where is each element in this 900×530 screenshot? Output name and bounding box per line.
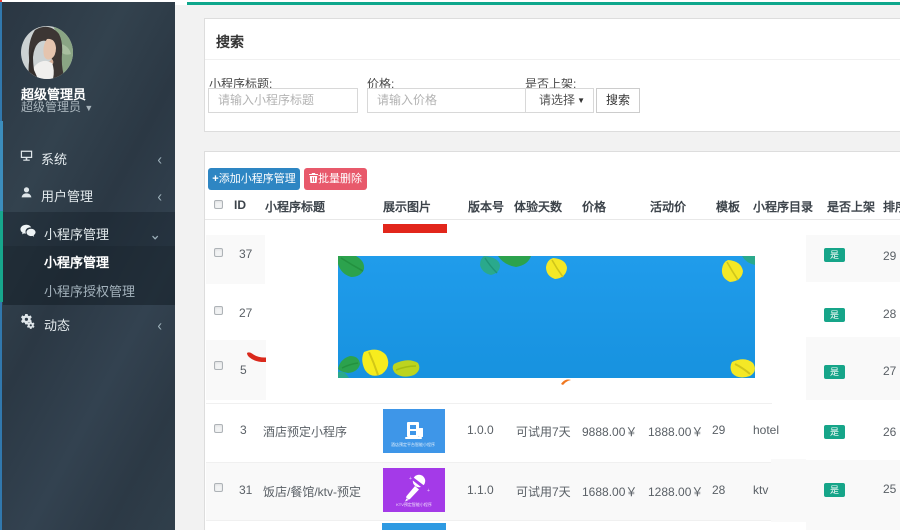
- svg-text:KTV预定智能小程序: KTV预定智能小程序: [396, 501, 432, 507]
- svg-text:酒店预定平台智能小程序: 酒店预定平台智能小程序: [391, 441, 435, 447]
- svg-text:+: +: [427, 488, 430, 494]
- svg-text:+: +: [409, 476, 412, 482]
